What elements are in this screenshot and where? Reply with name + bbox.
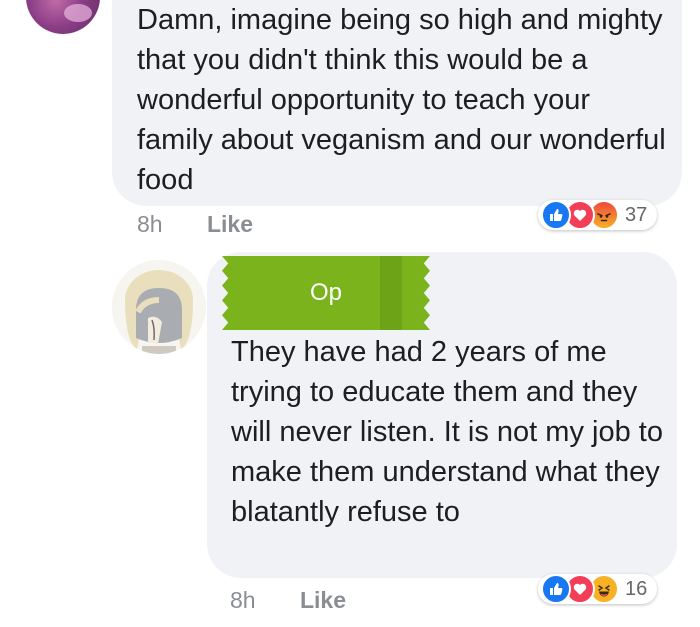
comment-meta: 8h Like xyxy=(137,211,253,238)
reply-meta: 8h Like xyxy=(230,587,346,614)
comment-bubble: Damn, imagine being so high and mighty t… xyxy=(112,0,682,206)
op-tag-stripe xyxy=(380,256,402,330)
like-link[interactable]: Like xyxy=(207,211,253,237)
op-avatar[interactable] xyxy=(112,260,206,354)
reaction-count: 37 xyxy=(625,203,648,226)
reply-text: They have had 2 years of me trying to ed… xyxy=(231,336,663,528)
comment-text: Damn, imagine being so high and mighty t… xyxy=(137,4,666,196)
op-tag-label: Op xyxy=(309,279,342,306)
avatar-photo-detail xyxy=(64,4,92,22)
comment-timestamp[interactable]: 8h xyxy=(137,211,163,237)
reply-timestamp[interactable]: 8h xyxy=(230,587,256,613)
op-avatar-illustration xyxy=(112,260,206,354)
reactions-summary[interactable]: 16 xyxy=(538,574,658,604)
reaction-count: 16 xyxy=(625,577,648,600)
commenter-avatar[interactable] xyxy=(26,0,100,34)
like-icon xyxy=(541,574,571,604)
like-icon xyxy=(541,200,571,230)
op-tag: Op xyxy=(222,256,430,330)
reactions-summary[interactable]: 37 xyxy=(538,200,658,230)
like-link[interactable]: Like xyxy=(300,587,346,613)
